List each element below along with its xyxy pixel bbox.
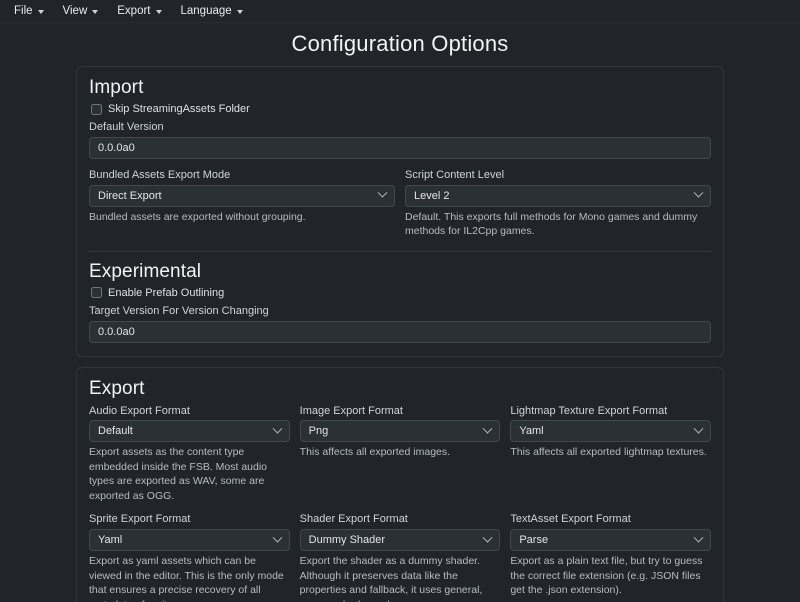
textasset-export-format-field: TextAsset Export Format Parse Export as … bbox=[510, 512, 711, 602]
page-title: Configuration Options bbox=[0, 31, 800, 57]
import-section-title: Import bbox=[89, 77, 711, 99]
default-version-field: Default Version 0.0.0a0 bbox=[89, 120, 711, 159]
target-version-label: Target Version For Version Changing bbox=[89, 304, 711, 319]
image-export-format-field: Image Export Format Png This affects all… bbox=[300, 404, 501, 504]
audio-export-format-label: Audio Export Format bbox=[89, 404, 290, 419]
menu-item-file-label: File bbox=[14, 5, 33, 17]
shader-export-format-value: Dummy Shader bbox=[309, 534, 385, 546]
chevron-down-icon bbox=[92, 10, 98, 14]
menu-item-language[interactable]: Language bbox=[173, 2, 252, 21]
skip-streamingassets-label: Skip StreamingAssets Folder bbox=[108, 103, 250, 115]
script-content-level-select[interactable]: Level 2 bbox=[405, 185, 711, 207]
chevron-down-icon bbox=[483, 424, 493, 434]
lightmap-texture-export-format-field: Lightmap Texture Export Format Yaml This… bbox=[510, 404, 711, 504]
audio-export-format-field: Audio Export Format Default Export asset… bbox=[89, 404, 290, 504]
chevron-down-icon bbox=[483, 532, 493, 542]
script-content-level-field: Script Content Level Level 2 Default. Th… bbox=[405, 168, 711, 239]
image-export-format-label: Image Export Format bbox=[300, 404, 501, 419]
export-row-1: Audio Export Format Default Export asset… bbox=[89, 404, 711, 504]
settings-container: Import Skip StreamingAssets Folder Defau… bbox=[76, 66, 724, 602]
script-content-level-label: Script Content Level bbox=[405, 168, 711, 183]
menu-item-view-label: View bbox=[63, 5, 88, 17]
sprite-export-format-label: Sprite Export Format bbox=[89, 512, 290, 527]
textasset-export-format-help: Export as a plain text file, but try to … bbox=[510, 554, 711, 597]
bundled-assets-export-mode-value: Direct Export bbox=[98, 190, 162, 202]
default-version-label: Default Version bbox=[89, 120, 711, 135]
audio-export-format-value: Default bbox=[98, 425, 133, 437]
chevron-down-icon bbox=[694, 532, 704, 542]
shader-export-format-field: Shader Export Format Dummy Shader Export… bbox=[300, 512, 501, 602]
lightmap-texture-export-format-select[interactable]: Yaml bbox=[510, 420, 711, 442]
chevron-down-icon bbox=[694, 424, 704, 434]
chevron-down-icon bbox=[272, 424, 282, 434]
bundled-assets-export-mode-select[interactable]: Direct Export bbox=[89, 185, 395, 207]
menu-item-language-label: Language bbox=[181, 5, 232, 17]
chevron-down-icon bbox=[694, 188, 704, 198]
sprite-export-format-help: Export as yaml assets which can be viewe… bbox=[89, 554, 290, 602]
chevron-down-icon bbox=[237, 10, 243, 14]
enable-prefab-outlining-checkbox[interactable] bbox=[91, 287, 102, 298]
bundled-assets-export-mode-field: Bundled Assets Export Mode Direct Export… bbox=[89, 168, 395, 239]
shader-export-format-select[interactable]: Dummy Shader bbox=[300, 529, 501, 551]
skip-streamingassets-row[interactable]: Skip StreamingAssets Folder bbox=[91, 103, 711, 115]
menu-bar: File View Export Language bbox=[0, 0, 800, 23]
script-content-level-help: Default. This exports full methods for M… bbox=[405, 210, 711, 239]
chevron-down-icon bbox=[378, 188, 388, 198]
target-version-input[interactable]: 0.0.0a0 bbox=[89, 321, 711, 343]
default-version-input[interactable]: 0.0.0a0 bbox=[89, 137, 711, 159]
sprite-export-format-select[interactable]: Yaml bbox=[89, 529, 290, 551]
script-content-level-value: Level 2 bbox=[414, 190, 449, 202]
export-card: Export Audio Export Format Default Expor… bbox=[76, 367, 724, 602]
lightmap-texture-export-format-value: Yaml bbox=[519, 425, 543, 437]
import-card: Import Skip StreamingAssets Folder Defau… bbox=[76, 66, 724, 357]
chevron-down-icon bbox=[156, 10, 162, 14]
export-section-title: Export bbox=[89, 378, 711, 400]
sprite-export-format-value: Yaml bbox=[98, 534, 122, 546]
image-export-format-value: Png bbox=[309, 425, 329, 437]
menu-item-export[interactable]: Export bbox=[109, 2, 170, 21]
shader-export-format-label: Shader Export Format bbox=[300, 512, 501, 527]
shader-export-format-help: Export the shader as a dummy shader. Alt… bbox=[300, 554, 501, 602]
audio-export-format-select[interactable]: Default bbox=[89, 420, 290, 442]
skip-streamingassets-checkbox[interactable] bbox=[91, 104, 102, 115]
section-divider bbox=[89, 251, 711, 252]
audio-export-format-help: Export assets as the content type embedd… bbox=[89, 445, 290, 503]
export-row-2: Sprite Export Format Yaml Export as yaml… bbox=[89, 512, 711, 602]
lightmap-texture-export-format-help: This affects all exported lightmap textu… bbox=[510, 445, 711, 459]
image-export-format-select[interactable]: Png bbox=[300, 420, 501, 442]
bundled-assets-export-mode-help: Bundled assets are exported without grou… bbox=[89, 210, 395, 224]
textasset-export-format-select[interactable]: Parse bbox=[510, 529, 711, 551]
lightmap-texture-export-format-label: Lightmap Texture Export Format bbox=[510, 404, 711, 419]
bundled-assets-export-mode-label: Bundled Assets Export Mode bbox=[89, 168, 395, 183]
menu-item-export-label: Export bbox=[117, 5, 150, 17]
textasset-export-format-value: Parse bbox=[519, 534, 548, 546]
menu-item-view[interactable]: View bbox=[55, 2, 108, 21]
chevron-down-icon bbox=[38, 10, 44, 14]
enable-prefab-outlining-row[interactable]: Enable Prefab Outlining bbox=[91, 287, 711, 299]
image-export-format-help: This affects all exported images. bbox=[300, 445, 501, 459]
sprite-export-format-field: Sprite Export Format Yaml Export as yaml… bbox=[89, 512, 290, 602]
menu-item-file[interactable]: File bbox=[6, 2, 53, 21]
chevron-down-icon bbox=[272, 532, 282, 542]
target-version-field: Target Version For Version Changing 0.0.… bbox=[89, 304, 711, 343]
enable-prefab-outlining-label: Enable Prefab Outlining bbox=[108, 287, 224, 299]
experimental-section-title: Experimental bbox=[89, 261, 711, 283]
textasset-export-format-label: TextAsset Export Format bbox=[510, 512, 711, 527]
